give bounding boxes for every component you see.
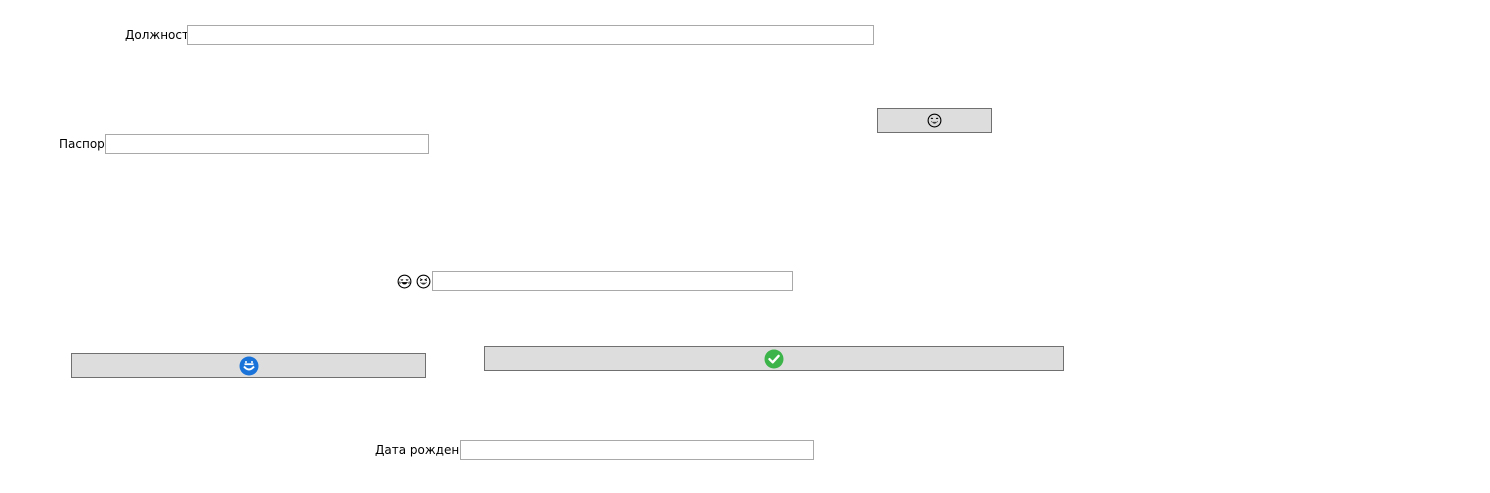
birthdate-input[interactable] [460,440,814,460]
emoji-input[interactable] [432,271,793,291]
cancel-button[interactable] [71,353,426,378]
check-circle-icon [764,349,784,368]
cancel-circle-icon [239,356,258,375]
face-with-tears-of-joy-icon [397,274,412,289]
passport-input[interactable] [105,134,429,154]
grinning-face-with-sweat-icon [927,113,942,128]
position-input[interactable] [187,25,874,45]
grinning-squinting-face-icon [416,274,431,289]
position-label: Должность [125,28,197,42]
confirm-button[interactable] [484,346,1064,371]
emoji-button[interactable] [877,108,992,133]
passport-label: Паспорт [59,137,112,151]
